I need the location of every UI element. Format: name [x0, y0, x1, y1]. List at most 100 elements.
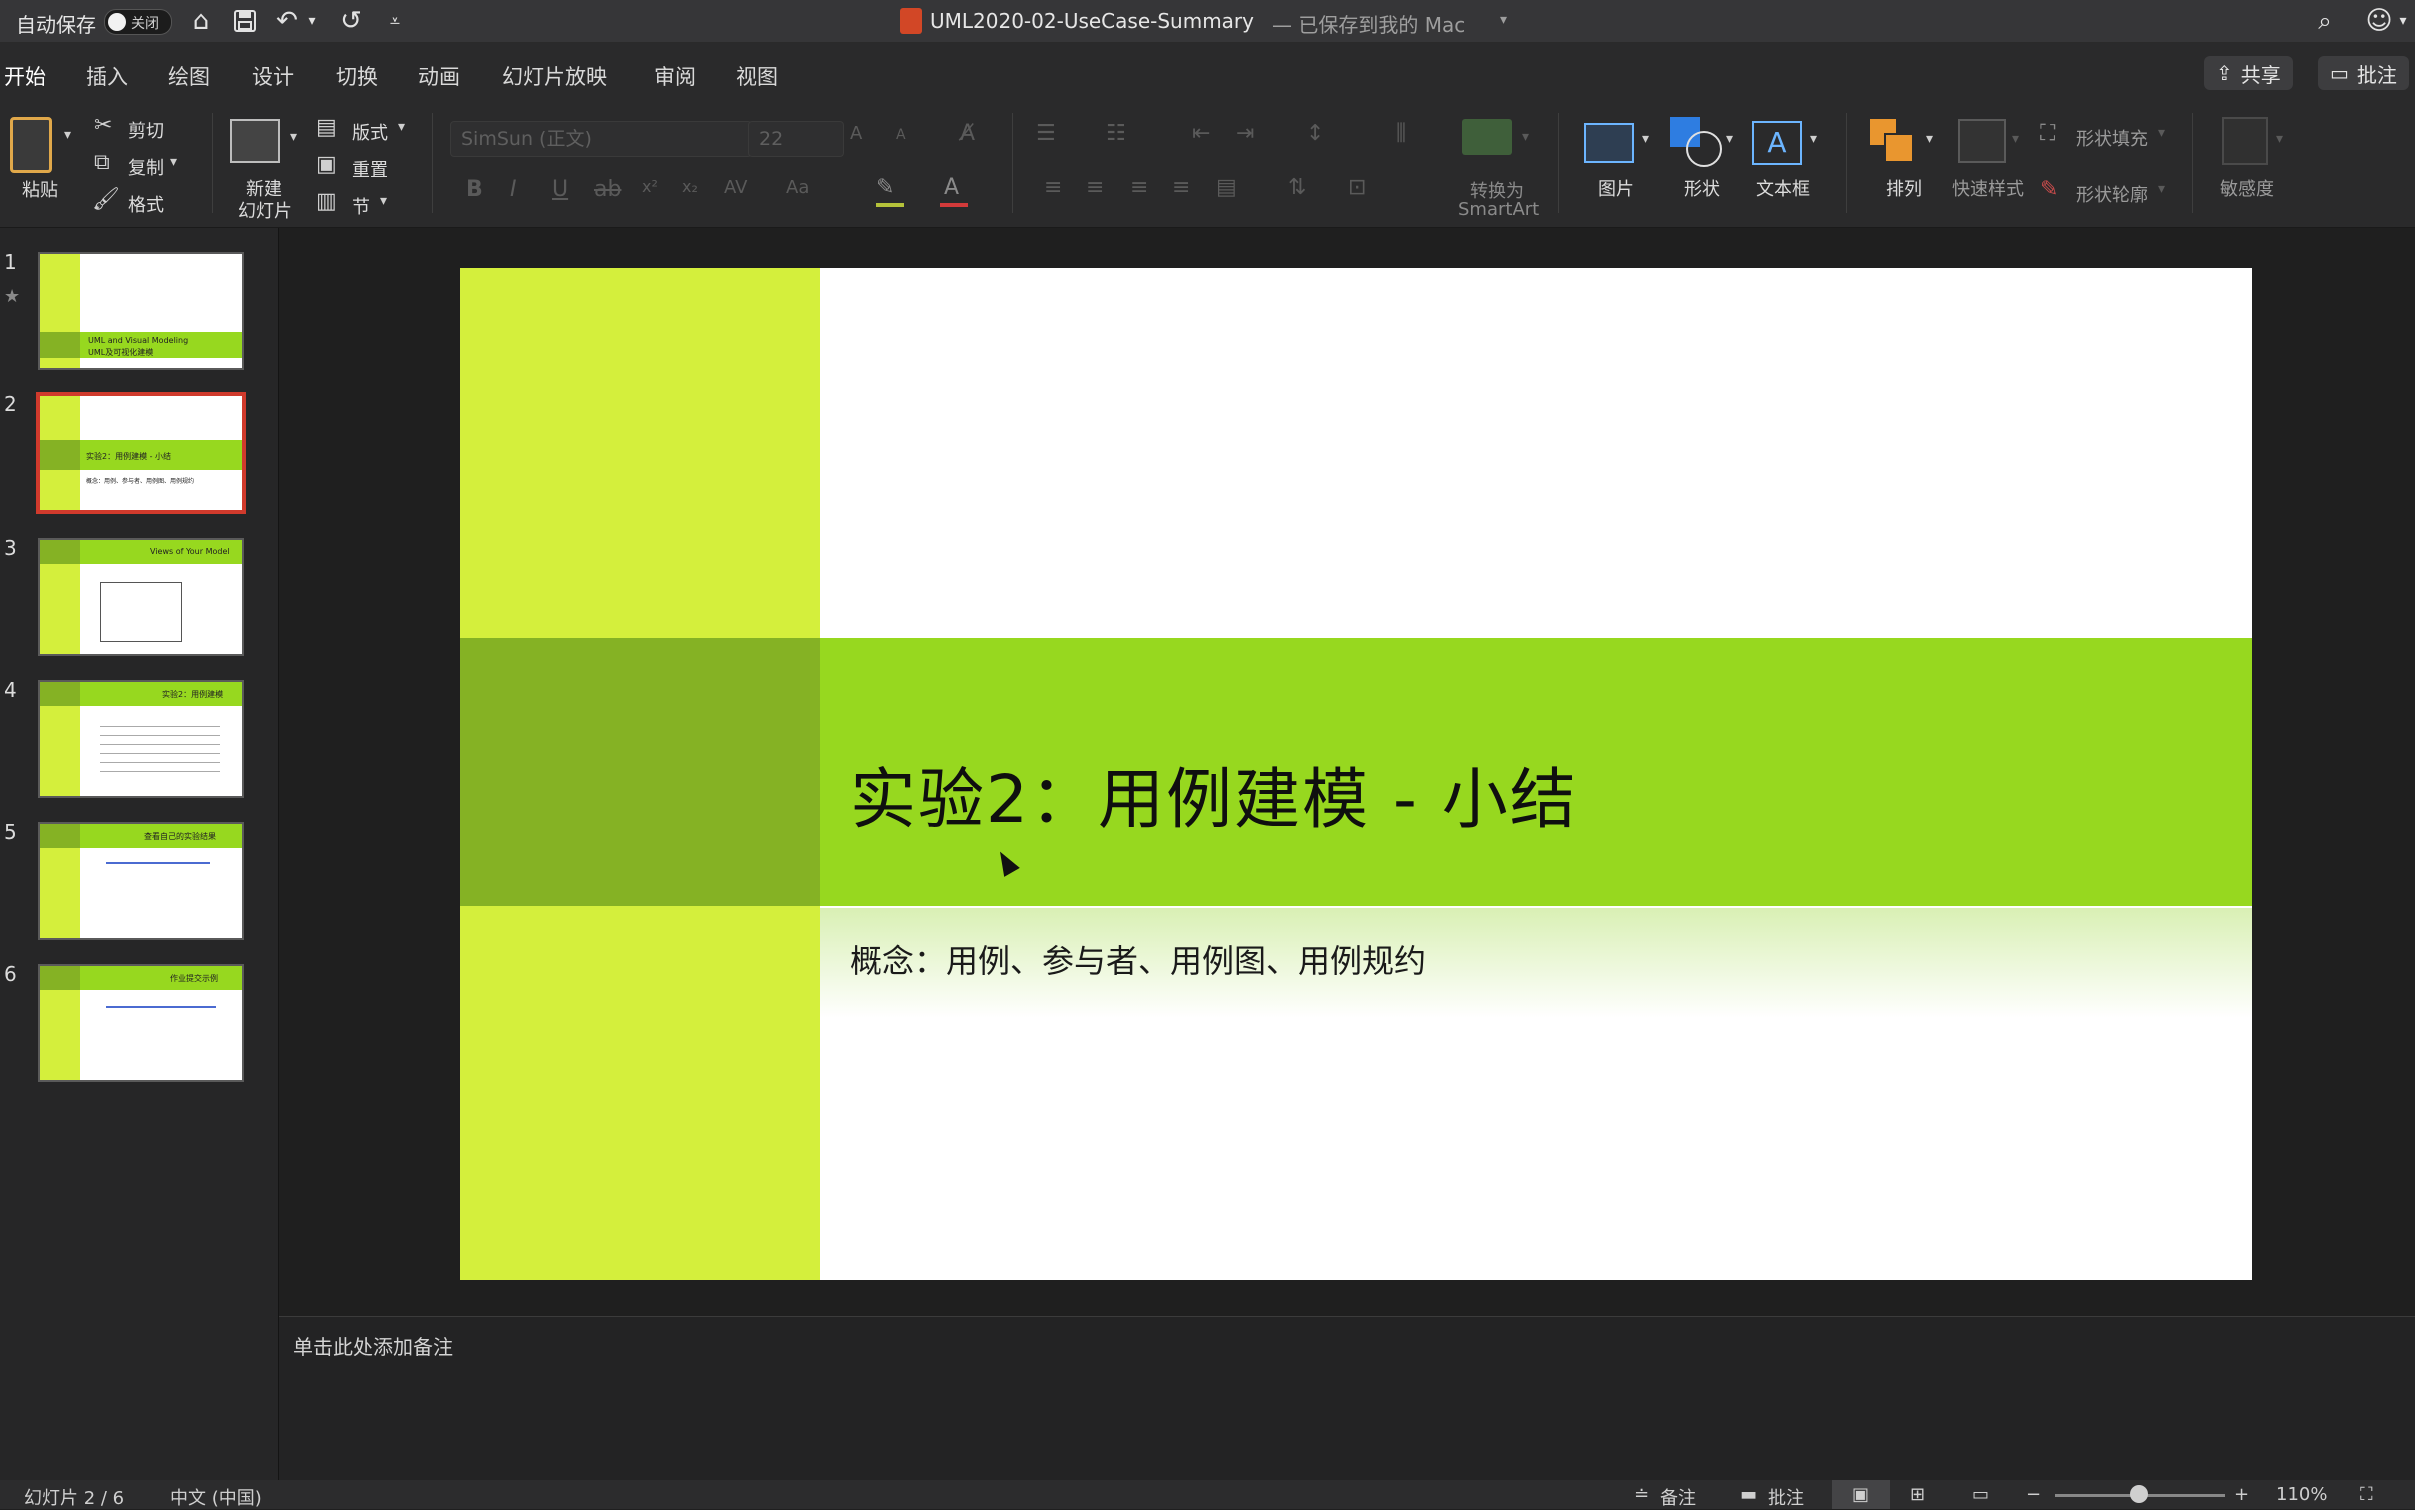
- paste-dropdown-icon[interactable]: ▾: [64, 127, 71, 143]
- font-size-select[interactable]: 22: [748, 121, 844, 157]
- char-spacing-icon[interactable]: AV: [724, 177, 747, 198]
- numbering-icon[interactable]: ☷: [1106, 121, 1126, 146]
- shape-fill-dropdown-icon[interactable]: ▾: [2158, 125, 2165, 141]
- reset-icon[interactable]: ▣: [316, 152, 337, 177]
- clear-format-icon[interactable]: A̸: [960, 121, 975, 146]
- bold-icon[interactable]: B: [466, 177, 483, 202]
- normal-view-button[interactable]: ▣: [1832, 1480, 1890, 1509]
- convert-smartart-label-2[interactable]: SmartArt: [1458, 199, 1539, 220]
- undo-icon[interactable]: ↶: [270, 4, 304, 38]
- slide-subtitle[interactable]: 概念：用例、参与者、用例图、用例规约: [850, 936, 1426, 982]
- reset-label[interactable]: 重置: [352, 156, 388, 182]
- superscript-icon[interactable]: x²: [642, 177, 658, 196]
- section-dropdown-icon[interactable]: ▾: [380, 193, 387, 209]
- shape-fill-label[interactable]: 形状填充: [2076, 125, 2148, 151]
- smartart-icon[interactable]: [1462, 119, 1512, 155]
- grow-font-icon[interactable]: A: [850, 123, 862, 144]
- textbox-label[interactable]: 文本框: [1756, 175, 1810, 201]
- subscript-icon[interactable]: x₂: [682, 177, 698, 196]
- slide-title[interactable]: 实验2：用例建模 - 小结: [850, 746, 1578, 842]
- format-painter-label[interactable]: 格式: [128, 191, 164, 217]
- section-icon[interactable]: ▥: [316, 189, 337, 214]
- shape-circle-icon[interactable]: [1686, 131, 1722, 167]
- align-right-icon[interactable]: ≡: [1130, 175, 1148, 200]
- share-button[interactable]: ⇪ 共享: [2204, 56, 2293, 90]
- shape-outline-label[interactable]: 形状轮廓: [2076, 181, 2148, 207]
- copy-icon[interactable]: ⧉: [94, 150, 110, 175]
- notes-placeholder[interactable]: 单击此处添加备注: [293, 1331, 453, 1360]
- tab-insert[interactable]: 插入: [86, 61, 128, 91]
- textbox-icon[interactable]: A: [1752, 121, 1802, 165]
- shape-outline-dropdown-icon[interactable]: ▾: [2158, 181, 2165, 197]
- align-center-icon[interactable]: ≡: [1086, 175, 1104, 200]
- fit-to-window-icon[interactable]: ⛶: [2360, 1484, 2373, 1505]
- redo-icon[interactable]: ↺: [334, 4, 368, 38]
- feedback-smiley-icon[interactable]: ☺: [2362, 4, 2396, 38]
- slide-thumbnail-4[interactable]: 实验2：用例建模: [38, 680, 244, 798]
- strikethrough-icon[interactable]: ab: [594, 177, 621, 202]
- customize-toolbar-icon[interactable]: ⩡: [378, 4, 412, 38]
- language-indicator[interactable]: 中文 (中国): [170, 1484, 262, 1510]
- shrink-font-icon[interactable]: A: [896, 127, 906, 143]
- smartart-dropdown-icon[interactable]: ▾: [1522, 129, 1529, 145]
- tab-view[interactable]: 视图: [736, 61, 778, 91]
- copy-label[interactable]: 复制: [128, 154, 164, 180]
- columns-icon[interactable]: ⫼: [1396, 121, 1406, 146]
- increase-indent-icon[interactable]: ⇥: [1236, 121, 1254, 146]
- cut-label[interactable]: 剪切: [128, 117, 164, 143]
- layout-label[interactable]: 版式: [352, 119, 388, 145]
- new-slide-label-2[interactable]: 幻灯片: [238, 197, 292, 223]
- italic-icon[interactable]: I: [510, 177, 517, 202]
- slide-thumbnail-2[interactable]: 实验2：用例建模 - 小结 概念：用例、参与者、用例图、用例规约: [36, 392, 246, 514]
- tab-slideshow[interactable]: 幻灯片放映: [502, 61, 607, 91]
- undo-dropdown-icon[interactable]: ▾: [303, 4, 321, 38]
- reading-view-icon[interactable]: ▭: [1972, 1484, 1989, 1505]
- comments-toggle-icon[interactable]: ▬: [1740, 1484, 1757, 1505]
- highlight-icon[interactable]: ✎: [876, 175, 894, 200]
- paste-icon[interactable]: [10, 117, 52, 173]
- picture-label[interactable]: 图片: [1598, 175, 1634, 201]
- search-icon[interactable]: ⌕: [2308, 4, 2342, 38]
- layout-dropdown-icon[interactable]: ▾: [398, 119, 405, 135]
- justify-icon[interactable]: ≡: [1172, 175, 1190, 200]
- sensitivity-icon[interactable]: [2222, 117, 2268, 165]
- underline-icon[interactable]: U: [552, 177, 568, 202]
- tab-review[interactable]: 审阅: [654, 61, 696, 91]
- notes-pane[interactable]: 单击此处添加备注: [279, 1316, 2415, 1481]
- new-slide-dropdown-icon[interactable]: ▾: [290, 129, 297, 145]
- tab-animations[interactable]: 动画: [418, 61, 460, 91]
- feedback-dropdown-icon[interactable]: ▾: [2394, 4, 2412, 38]
- notes-toggle-label[interactable]: 备注: [1660, 1484, 1696, 1510]
- zoom-in-icon[interactable]: +: [2234, 1484, 2249, 1505]
- tab-home[interactable]: 开始: [4, 61, 46, 105]
- save-icon[interactable]: [228, 4, 262, 38]
- slide-thumbnail-5[interactable]: 查看自己的实验结果: [38, 822, 244, 940]
- shape-label[interactable]: 形状: [1684, 175, 1720, 201]
- shape-dropdown-icon[interactable]: ▾: [1726, 131, 1733, 147]
- sensitivity-label[interactable]: 敏感度: [2220, 175, 2274, 201]
- current-slide[interactable]: 实验2：用例建模 - 小结 概念：用例、参与者、用例图、用例规约: [460, 268, 2252, 1280]
- zoom-level[interactable]: 110%: [2276, 1484, 2327, 1505]
- align-text-icon[interactable]: ⊡: [1348, 175, 1366, 200]
- section-label[interactable]: 节: [352, 193, 370, 219]
- picture-icon[interactable]: [1584, 123, 1634, 163]
- notes-toggle-icon[interactable]: ≐: [1634, 1484, 1649, 1505]
- copy-dropdown-icon[interactable]: ▾: [170, 154, 177, 170]
- comments-toggle-label[interactable]: 批注: [1768, 1484, 1804, 1510]
- save-status[interactable]: — 已保存到我的 Mac: [1272, 9, 1465, 38]
- quick-styles-icon[interactable]: [1958, 119, 2006, 163]
- layout-icon[interactable]: ▤: [316, 115, 337, 140]
- font-color-icon[interactable]: A: [944, 175, 959, 200]
- arrange-dropdown-icon[interactable]: ▾: [1926, 131, 1933, 147]
- text-direction-icon[interactable]: ⇅: [1288, 175, 1306, 200]
- zoom-out-icon[interactable]: −: [2026, 1484, 2041, 1505]
- quick-styles-label[interactable]: 快速样式: [1952, 175, 2024, 201]
- comments-button[interactable]: ▭ 批注: [2318, 56, 2409, 90]
- textbox-dropdown-icon[interactable]: ▾: [1810, 131, 1817, 147]
- cut-icon[interactable]: ✂: [94, 113, 112, 138]
- shape-fill-icon[interactable]: ⛶: [2040, 121, 2055, 146]
- slide-thumbnail-1[interactable]: UML and Visual Modeling UML及可视化建模: [38, 252, 244, 370]
- shape-outline-icon[interactable]: ✎: [2040, 177, 2058, 202]
- zoom-slider-knob[interactable]: [2130, 1485, 2148, 1503]
- align-left-icon[interactable]: ≡: [1044, 175, 1062, 200]
